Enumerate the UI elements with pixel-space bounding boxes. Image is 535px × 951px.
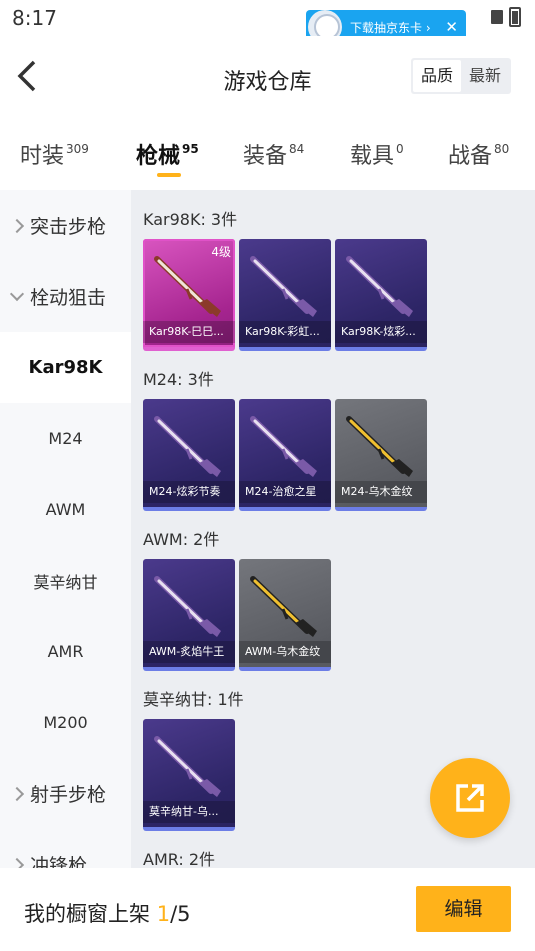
rifle-icon: [154, 256, 221, 317]
sidebar-group-smg[interactable]: 冲锋枪: [0, 829, 131, 870]
skin-card[interactable]: M24-治愈之星: [239, 399, 331, 511]
group-title: AMR: 2件: [143, 850, 216, 869]
sidebar-item-mosin[interactable]: 莫辛纳甘: [0, 545, 131, 616]
tab-costume[interactable]: 时装 309: [20, 138, 89, 170]
rifle-icon: [154, 736, 221, 797]
group-title: 莫辛纳甘: 1件: [143, 690, 244, 709]
skin-card[interactable]: M24-乌木金纹: [335, 399, 427, 511]
showcase-count: 我的橱窗上架 1/5: [24, 902, 191, 926]
category-tabs: 时装 309 枪械 95 装备 84 载具 0 战备 80: [0, 118, 535, 190]
promo-text[interactable]: 下载抽京东卡 ›: [350, 19, 431, 36]
status-time: 8:17: [12, 6, 57, 30]
card-label: Kar98K-彩虹...: [239, 321, 331, 343]
card-label: M24-治愈之星: [239, 481, 331, 503]
card-label: M24-乌木金纹: [335, 481, 427, 503]
sidebar-group-marksman[interactable]: 射手步枪: [0, 758, 131, 829]
promo-close-icon[interactable]: ✕: [445, 18, 458, 36]
rifle-icon: [154, 416, 221, 477]
rifle-icon: [250, 256, 317, 317]
group-title: M24: 3件: [143, 370, 214, 389]
rifle-icon: [250, 416, 317, 477]
share-button[interactable]: [430, 758, 510, 838]
card-label: Kar98K-巳巳...: [143, 321, 235, 343]
skin-card[interactable]: M24-炫彩节奏: [143, 399, 235, 511]
skin-card[interactable]: AWM-炙焰牛王: [143, 559, 235, 671]
rifle-icon: [154, 576, 221, 637]
sort-by-quality[interactable]: 品质: [412, 60, 461, 92]
card-label: Kar98K-炫彩...: [335, 321, 427, 343]
battery-icon: [509, 7, 521, 27]
group-title: AWM: 2件: [143, 530, 220, 549]
sidebar-item-kar98k[interactable]: Kar98K: [0, 332, 131, 403]
tab-supplies[interactable]: 战备 80: [448, 138, 509, 170]
share-external-icon: [456, 784, 484, 812]
skin-card[interactable]: Kar98K-炫彩...: [335, 239, 427, 351]
chevron-down-icon: [9, 286, 25, 301]
card-level: 4级: [211, 245, 231, 259]
active-tab-indicator: [157, 173, 181, 177]
group-title: Kar98K: 3件: [143, 210, 238, 229]
sidebar-item-m200[interactable]: M200: [0, 687, 131, 758]
sidebar-item-awm[interactable]: AWM: [0, 474, 131, 545]
footer-bar: 我的橱窗上架 1/5 编辑: [0, 868, 535, 951]
rifle-icon: [250, 576, 317, 637]
rifle-icon: [346, 416, 413, 477]
card-label: AWM-炙焰牛王: [143, 641, 235, 663]
sort-by-newest[interactable]: 最新: [461, 60, 509, 92]
card-label: 莫辛纳甘-乌...: [143, 801, 235, 823]
tab-equipment[interactable]: 装备 84: [243, 138, 304, 170]
chevron-right-icon: [9, 218, 25, 233]
sidebar-item-m24[interactable]: M24: [0, 403, 131, 474]
status-icons: [491, 7, 521, 27]
rifle-icon: [346, 256, 413, 317]
chevron-right-icon: [9, 786, 25, 801]
sidebar-item-amr[interactable]: AMR: [0, 616, 131, 687]
card-label: M24-炫彩节奏: [143, 481, 235, 503]
skin-card[interactable]: 莫辛纳甘-乌...: [143, 719, 235, 831]
skin-card[interactable]: Kar98K-彩虹...: [239, 239, 331, 351]
sidebar-group-assault-rifle[interactable]: 突击步枪: [0, 190, 131, 261]
sort-toggle: 品质 最新: [410, 58, 511, 94]
tab-vehicles[interactable]: 载具 0: [350, 138, 404, 170]
tab-guns[interactable]: 枪械 95: [136, 138, 199, 170]
skin-card[interactable]: AWM-乌木金纹: [239, 559, 331, 671]
sidebar: 突击步枪 栓动狙击 Kar98K M24 AWM 莫辛纳甘 AMR M200 射…: [0, 190, 131, 870]
card-label: AWM-乌木金纹: [239, 641, 331, 663]
signal-icon: [491, 10, 503, 24]
edit-button[interactable]: 编辑: [416, 886, 511, 932]
header: 游戏仓库 品质 最新: [0, 36, 535, 118]
skin-card[interactable]: 4级 Kar98K-巳巳...: [143, 239, 235, 351]
sidebar-group-bolt-sniper[interactable]: 栓动狙击: [0, 261, 131, 332]
